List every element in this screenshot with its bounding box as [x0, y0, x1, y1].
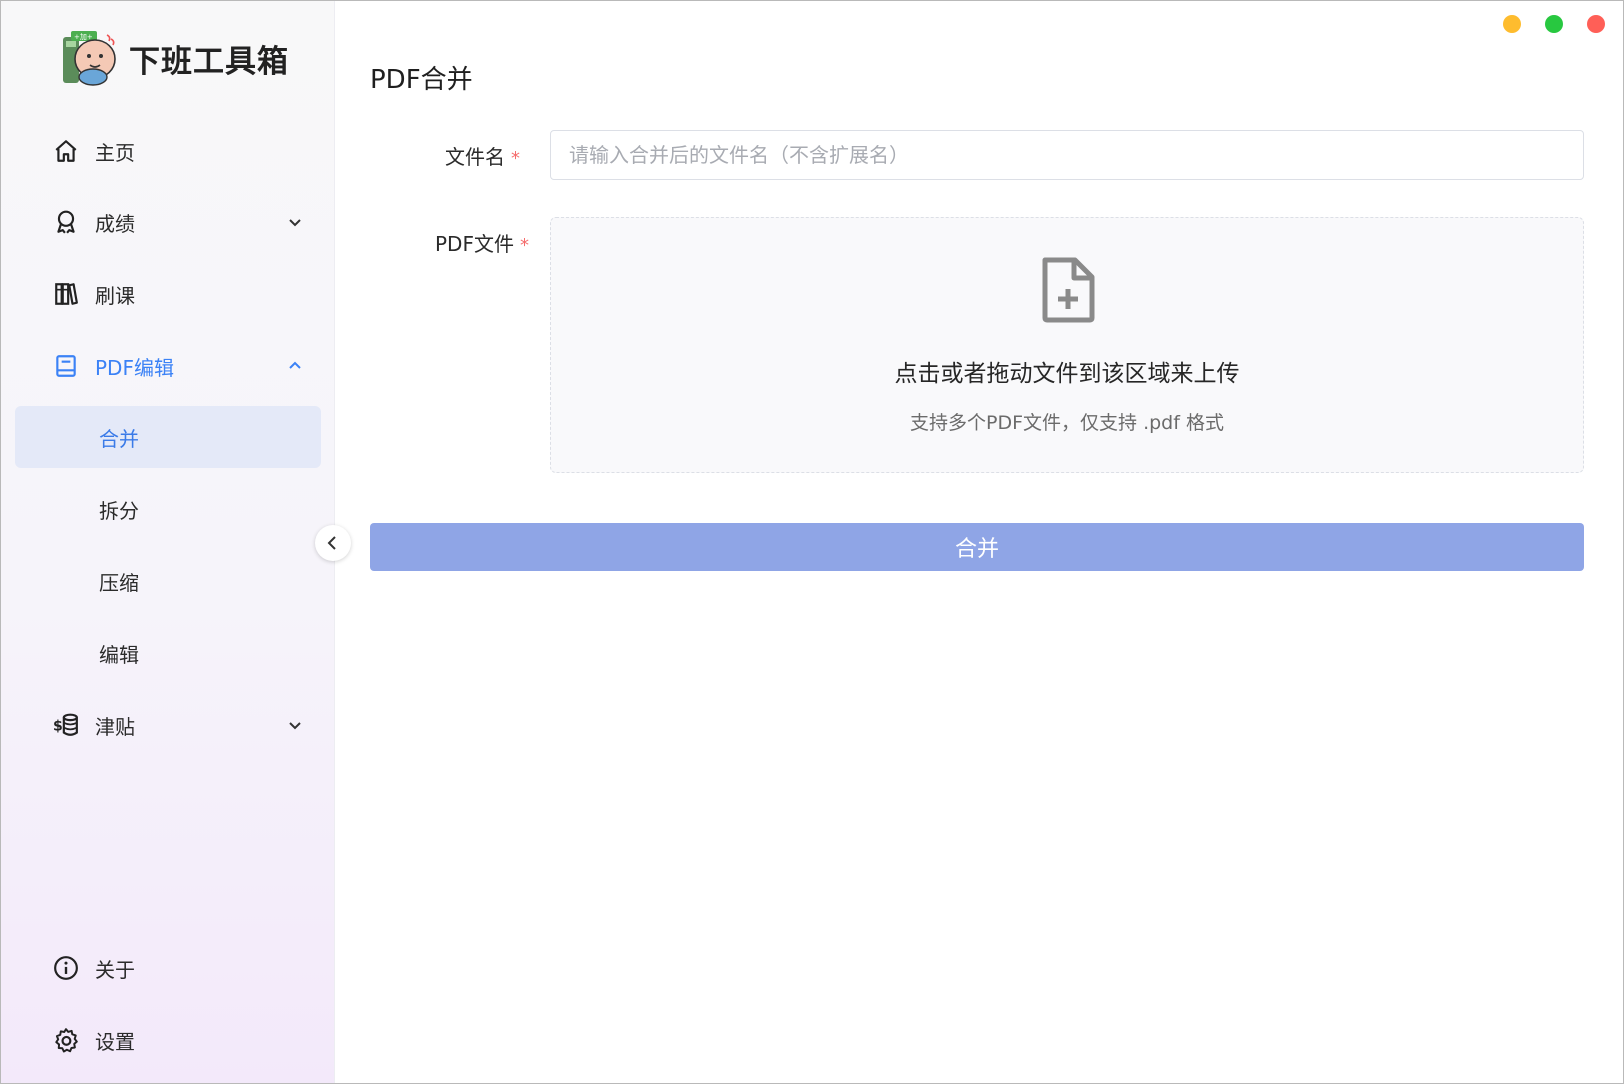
- sidebar-subitem-label: 编辑: [99, 642, 139, 667]
- file-add-icon: [1042, 257, 1095, 323]
- info-icon: [54, 956, 78, 980]
- sidebar-item-label: 设置: [95, 1029, 135, 1054]
- sidebar-item-label: 关于: [95, 957, 135, 982]
- sidebar-item-allowance[interactable]: $ 津贴: [15, 694, 321, 756]
- cartoon-avatar-logo: +加+: [63, 31, 116, 86]
- svg-text:+加+: +加+: [74, 32, 93, 41]
- sidebar-subitem-edit[interactable]: 编辑: [15, 622, 321, 684]
- sidebar-item-label: 津贴: [95, 714, 135, 739]
- chevron-left-icon: [327, 536, 336, 550]
- pdf-file-label: PDF文件: [435, 232, 514, 256]
- sidebar-subitem-label: 拆分: [99, 498, 139, 523]
- sidebar-item-label: 成绩: [95, 211, 135, 236]
- award-icon: [57, 210, 75, 234]
- brand: +加+ 下班工具箱: [57, 23, 289, 93]
- pdf-upload-dropzone[interactable]: 点击或者拖动文件到该区域来上传 支持多个PDF文件，仅支持 .pdf 格式: [550, 217, 1584, 473]
- upload-main-text: 点击或者拖动文件到该区域来上传: [894, 361, 1240, 387]
- page-title: PDF合并: [370, 65, 473, 95]
- sidebar-subitem-label: 合并: [99, 426, 139, 451]
- sidebar-subitem-label: 压缩: [99, 570, 139, 595]
- sidebar: +加+ 下班工具箱 主页 成绩 刷课 PDF编辑 合并 拆分 压缩 编辑 $ 津…: [1, 1, 335, 1083]
- sidebar-item-label: 刷课: [95, 283, 135, 308]
- sidebar-item-pdf-edit[interactable]: PDF编辑: [15, 335, 321, 397]
- svg-text:$: $: [53, 718, 63, 734]
- sidebar-item-grades[interactable]: 成绩: [15, 191, 321, 253]
- sidebar-item-label: PDF编辑: [95, 355, 174, 380]
- books-icon: [55, 283, 78, 305]
- pdf-label-row: PDF文件 *: [435, 228, 529, 257]
- filename-input[interactable]: [550, 130, 1584, 180]
- app-title: 下班工具箱: [129, 43, 289, 80]
- sidebar-item-home[interactable]: 主页: [15, 120, 321, 182]
- sidebar-subitem-compress[interactable]: 压缩: [15, 550, 321, 612]
- sidebar-subitem-split[interactable]: 拆分: [15, 478, 321, 540]
- required-mark: *: [519, 235, 529, 256]
- coins-icon: $: [53, 713, 78, 736]
- main-content: PDF合并 文件名* PDF文件* 点击或者拖动文件到该区域来上传 支持多个PD…: [335, 1, 1623, 1083]
- chevron-down-icon: [289, 722, 301, 730]
- chevron-down-icon: [289, 219, 301, 227]
- chevron-up-icon: [289, 361, 301, 369]
- filename-label-row: 文件名 *: [445, 141, 520, 170]
- home-icon: [55, 140, 77, 162]
- sidebar-subitem-merge[interactable]: 合并: [15, 406, 321, 468]
- required-mark: *: [511, 148, 520, 169]
- book-icon: [56, 355, 76, 377]
- sidebar-item-settings[interactable]: 设置: [15, 1009, 321, 1071]
- app-window: +加+ 下班工具箱 主页 成绩 刷课 PDF编辑 合并 拆分 压缩 编辑 $ 津…: [0, 0, 1624, 1084]
- sidebar-item-courses[interactable]: 刷课: [15, 263, 321, 325]
- sidebar-item-label: 主页: [95, 140, 135, 165]
- sidebar-collapse-button[interactable]: [315, 525, 351, 561]
- sidebar-item-about[interactable]: 关于: [15, 937, 321, 999]
- gear-icon: [55, 1028, 78, 1053]
- upload-hint-text: 支持多个PDF文件，仅支持 .pdf 格式: [910, 412, 1224, 434]
- merge-button[interactable]: 合并: [370, 523, 1584, 571]
- filename-label: 文件名: [445, 145, 505, 169]
